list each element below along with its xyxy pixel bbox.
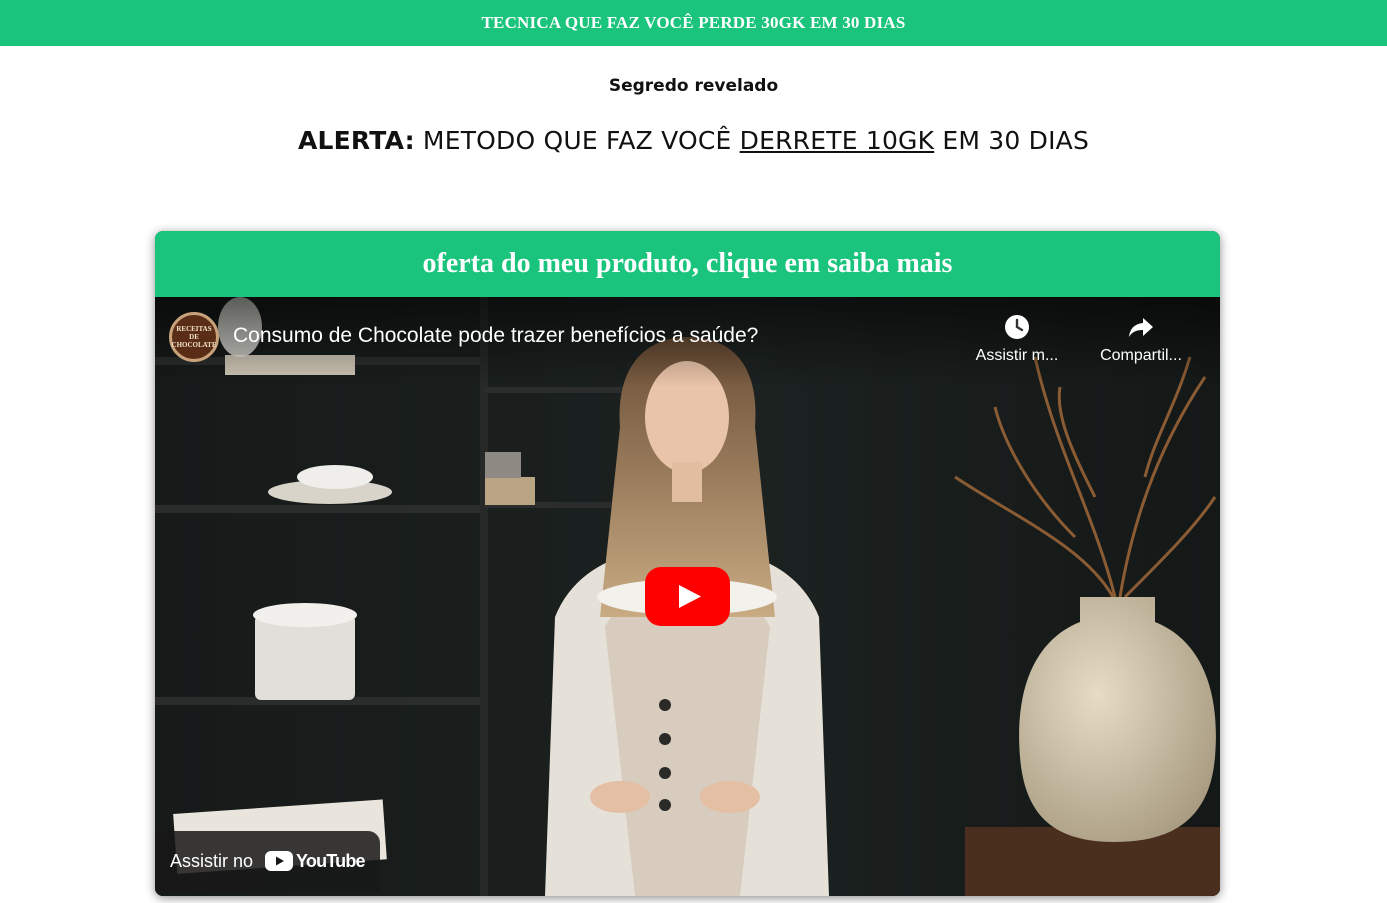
offer-card: oferta do meu produto, clique em saiba m…	[155, 231, 1220, 896]
video-player[interactable]: RECEITAS DE CHOCOLATE Consumo de Chocola…	[155, 297, 1220, 896]
headline-alert: ALERTA:	[297, 126, 415, 155]
headline-text-before: METODO QUE FAZ VOCÊ	[414, 126, 740, 155]
headline: ALERTA: METODO QUE FAZ VOCÊ DERRETE 10GK…	[0, 126, 1387, 155]
offer-header[interactable]: oferta do meu produto, clique em saiba m…	[155, 231, 1220, 297]
top-announcement-bar: TECNICA QUE FAZ VOCÊ PERDE 30GK EM 30 DI…	[0, 0, 1387, 46]
channel-logo-text: RECEITAS DE CHOCOLATE	[171, 325, 217, 349]
youtube-logo-mark	[265, 851, 294, 871]
watch-later-label: Assistir m...	[975, 347, 1059, 364]
youtube-logo-icon: YouTube	[265, 850, 366, 872]
watch-later-button[interactable]: Assistir m...	[967, 313, 1067, 365]
channel-avatar[interactable]: RECEITAS DE CHOCOLATE	[169, 312, 219, 362]
share-label: Compartil...	[1100, 347, 1182, 364]
offer-header-text: oferta do meu produto, clique em saiba m…	[422, 248, 953, 279]
share-button[interactable]: Compartil...	[1091, 313, 1191, 365]
subtitle: Segredo revelado	[608, 76, 779, 96]
youtube-wordmark: YouTube	[296, 850, 366, 871]
top-announcement-text: TECNICA QUE FAZ VOCÊ PERDE 30GK EM 30 DI…	[481, 13, 906, 32]
share-arrow-icon	[1129, 318, 1153, 337]
watch-on-label: Assistir no	[170, 850, 254, 871]
play-icon[interactable]	[645, 567, 730, 626]
headline-underlined: DERRETE 10GK	[739, 126, 935, 155]
watch-on-youtube-button[interactable]: Assistir no YouTube	[155, 831, 380, 891]
headline-text-after: EM 30 DIAS	[934, 126, 1090, 155]
video-title[interactable]: Consumo de Chocolate pode trazer benefíc…	[233, 324, 758, 348]
clock-icon	[1005, 315, 1029, 339]
